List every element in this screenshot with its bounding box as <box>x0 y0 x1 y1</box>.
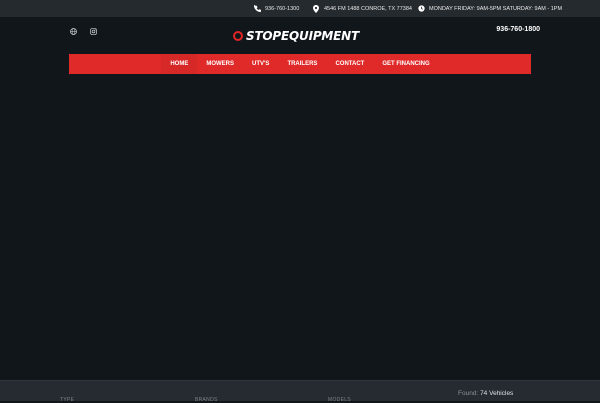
globe-icon[interactable] <box>69 27 77 35</box>
phone-icon <box>253 5 261 13</box>
results-count: Found: 74 Vehicles <box>458 390 513 397</box>
topbar-hours: MONDAY FRIDAY: 9AM-5PM SATURDAY: 9AM - 1… <box>417 0 562 17</box>
nav-item-contact[interactable]: CONTACT <box>326 54 373 74</box>
filter-type-label[interactable]: TYPE <box>60 397 74 403</box>
instagram-icon[interactable] <box>89 27 97 35</box>
filter-models-label[interactable]: MODELS <box>328 397 351 403</box>
clock-icon <box>417 5 425 13</box>
nav-item-mowers[interactable]: MOWERS <box>197 54 243 74</box>
map-pin-icon <box>312 4 320 13</box>
topbar-phone[interactable]: 936-760-1300 <box>253 0 299 17</box>
topbar-phone-text: 936-760-1300 <box>265 5 300 12</box>
topbar-address-text: 4546 FM 1488 CONROE, TX 77384 <box>324 5 412 12</box>
nav-item-trailers[interactable]: TRAILERS <box>278 54 326 74</box>
site-logo[interactable]: STOPEQUIPMENT <box>233 27 359 45</box>
logo-wordmark: STOPEQUIPMENT <box>246 29 359 43</box>
topbar-address[interactable]: 4546 FM 1488 CONROE, TX 77384 <box>312 0 412 17</box>
filter-brands-label[interactable]: BRANDS <box>195 397 218 403</box>
topbar-hours-text: MONDAY FRIDAY: 9AM-5PM SATURDAY: 9AM - 1… <box>429 5 563 12</box>
site-header: STOPEQUIPMENT 936-760-1800 <box>0 17 600 57</box>
main-nav: HOME MOWERS UTV'S TRAILERS CONTACT GET F… <box>69 54 531 74</box>
nav-item-home[interactable]: HOME <box>161 54 198 74</box>
nav-item-get-financing[interactable]: GET FINANCING <box>373 54 438 74</box>
header-phone[interactable]: 936-760-1800 <box>496 26 540 33</box>
inventory-filter-bar: Found: 74 Vehicles TYPE BRANDS MODELS <box>0 380 600 403</box>
nav-item-utvs[interactable]: UTV'S <box>243 54 278 74</box>
top-info-bar: 936-760-1300 4546 FM 1488 CONROE, TX 773… <box>0 0 600 17</box>
results-found-label: Found: <box>458 390 479 397</box>
logo-ring-icon <box>233 31 243 41</box>
results-count-value: 74 Vehicles <box>480 390 514 397</box>
